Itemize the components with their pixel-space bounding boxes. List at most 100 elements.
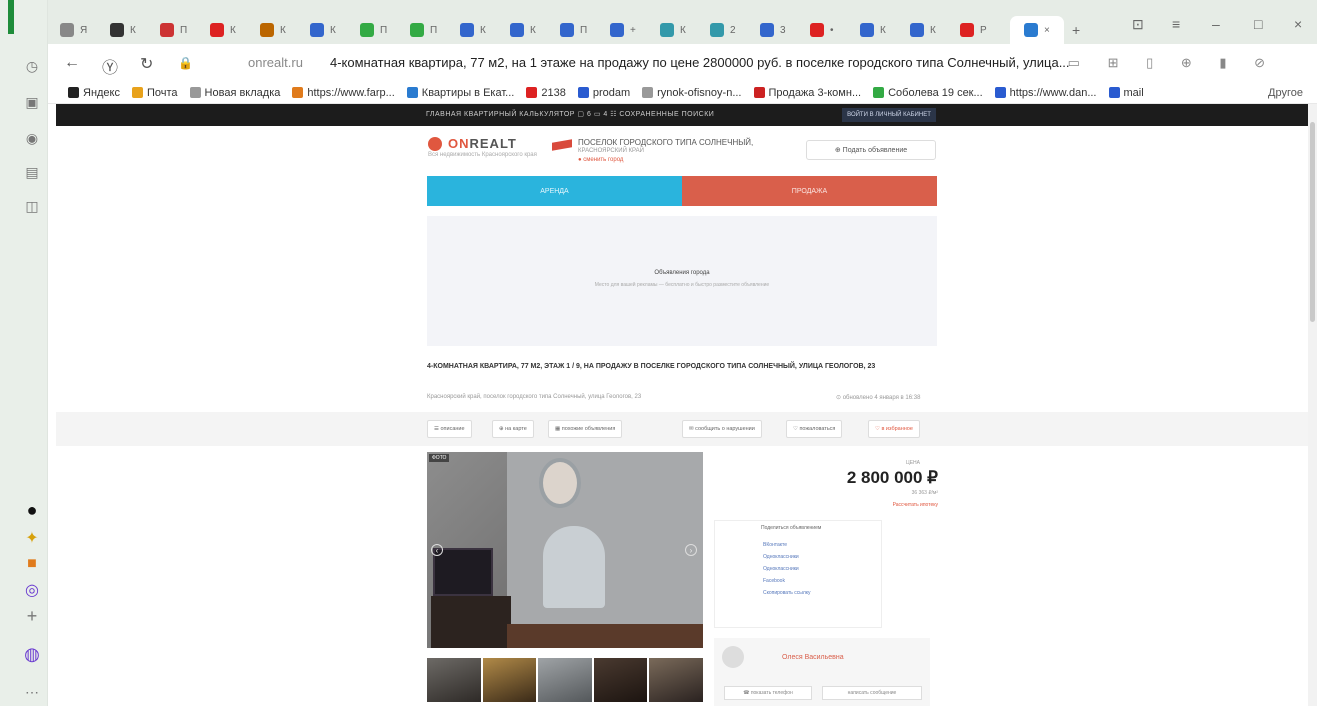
close-window-icon[interactable]: × [1294, 16, 1302, 32]
maximize-icon[interactable]: □ [1254, 16, 1262, 32]
browser-tab[interactable]: • [810, 20, 834, 40]
bookmark-item[interactable]: Почта [132, 87, 178, 99]
write-message-button[interactable]: написать сообщение [822, 686, 922, 700]
share-item[interactable]: Скопировать ссылку [763, 587, 811, 599]
thumbnail[interactable] [482, 658, 537, 702]
next-photo-icon[interactable]: › [685, 544, 697, 556]
tab-label: К [480, 24, 486, 36]
screenshot-icon[interactable]: ◫ [22, 196, 42, 216]
new-tab-icon[interactable]: + [1072, 20, 1080, 40]
on-map-button[interactable]: ⊕ на карте [492, 420, 534, 438]
site-top-links[interactable]: ГЛАВНАЯ КВАРТИРНЫЙ КАЛЬКУЛЯТОР ▢ 6 ▭ 4 ☷… [426, 110, 714, 118]
tab-sale[interactable]: ПРОДАЖА [682, 176, 937, 206]
listing-photo[interactable]: ФОТО ‹ › [427, 452, 703, 648]
submit-ad-button[interactable]: ⊕ Подать объявление [806, 140, 936, 160]
url-page-title[interactable]: 4-комнатная квартира, 77 м2, на 1 этаже … [330, 55, 1138, 70]
collections-icon[interactable]: ⊡ [1132, 16, 1144, 33]
agent-name[interactable]: Олеся Васильевна [782, 654, 844, 661]
share-item[interactable]: Одноклассники [763, 563, 811, 575]
notes-icon[interactable]: ▣ [22, 92, 42, 112]
bookmark-item[interactable]: prodam [577, 87, 630, 99]
thumbnail[interactable] [538, 658, 592, 702]
ad-banner[interactable]: Объявления города Место для вашей реклам… [427, 216, 937, 346]
similar-ads-button[interactable]: ▦ похожие объявления [548, 420, 623, 438]
browser-tab[interactable]: Я [60, 20, 87, 40]
address-bar: ← Ⓨ ↻ 🔒 onrealt.ru 4-комнатная квартира,… [48, 44, 1317, 82]
share-item[interactable]: Одноклассники [763, 551, 811, 563]
report-violation-button[interactable]: ✉ сообщить о нарушении [682, 420, 762, 438]
browser-tab[interactable]: 3 [760, 20, 786, 40]
media-icon[interactable]: ◉ [22, 128, 42, 148]
login-button[interactable]: ВОЙТИ В ЛИЧНЫЙ КАБИНЕТ [842, 108, 936, 122]
scrollbar-thumb[interactable] [1310, 122, 1315, 322]
browser-tab[interactable]: К [210, 20, 236, 40]
minimize-icon[interactable]: – [1212, 16, 1220, 32]
tab-rent[interactable]: АРЕНДА [427, 176, 682, 206]
scanner-icon[interactable]: ▤ [22, 162, 42, 182]
bookmark-item[interactable]: https://www.farp... [292, 87, 395, 99]
browser-tab[interactable]: К [310, 20, 336, 40]
refresh-icon[interactable]: ↻ [140, 54, 153, 74]
site-logo[interactable]: ONREALT [428, 136, 517, 151]
back-icon[interactable]: ← [64, 54, 80, 72]
page-scrollbar[interactable] [1308, 104, 1317, 706]
bookmark-item[interactable]: Продажа 3-комн... [753, 87, 861, 99]
bookmark-item[interactable]: rynok-ofisnoy-n... [642, 87, 742, 99]
photo-thumbnails [427, 658, 703, 702]
thumbnail[interactable] [593, 658, 648, 702]
tab-favicon-icon [360, 23, 374, 37]
browser-tab[interactable]: К [860, 20, 886, 40]
bookmark-item[interactable]: 2138 [526, 87, 566, 99]
mortgage-link[interactable]: Рассчитать ипотеку [828, 502, 938, 508]
bookmark-item[interactable]: https://www.dan... [994, 87, 1097, 99]
browser-tab[interactable]: К [110, 20, 136, 40]
thumbnail[interactable] [427, 658, 481, 702]
change-city-link[interactable]: ● сменить город [578, 156, 753, 165]
browser-tab[interactable]: К [260, 20, 286, 40]
browser-tab[interactable]: П [560, 20, 587, 40]
url-domain[interactable]: onrealt.ru [248, 55, 303, 70]
alice-assistant-icon[interactable]: ◍ [22, 644, 42, 664]
share-item[interactable]: ВКонтакте [763, 539, 811, 551]
browser-tab[interactable]: К [910, 20, 936, 40]
bookmark-item[interactable]: mail [1108, 87, 1144, 99]
more-icon[interactable]: ⋯ [22, 682, 42, 702]
browser-tab[interactable]: К [460, 20, 486, 40]
bookmark-item[interactable]: Квартиры в Екат... [406, 87, 514, 99]
share-item[interactable]: Facebook [763, 575, 811, 587]
alice-icon[interactable]: ◎ [22, 580, 42, 600]
tab-favicon-icon [560, 23, 574, 37]
bookmarks-other[interactable]: Другое [1268, 87, 1303, 99]
browser-tab[interactable]: 2 [710, 20, 736, 40]
app-1-icon[interactable]: ● [22, 500, 42, 520]
browser-tab[interactable]: П [360, 20, 387, 40]
history-icon[interactable]: ◷ [22, 56, 42, 76]
yandex-icon[interactable]: Ⓨ [102, 54, 118, 78]
bookmark-icon [406, 87, 418, 98]
browser-tab[interactable]: П [160, 20, 187, 40]
address-actions-icon[interactable]: ▭ ⊞ ▯ ⊕ ▮ ⊘ [1068, 55, 1277, 71]
bookmark-item[interactable]: Новая вкладка [189, 86, 281, 99]
prev-photo-icon[interactable]: ‹ [431, 544, 443, 556]
thumbnail[interactable] [649, 658, 703, 702]
browser-tab[interactable]: К [510, 20, 536, 40]
browser-tab[interactable]: П [410, 20, 437, 40]
bookmark-item[interactable]: Соболева 19 сек... [873, 87, 983, 99]
browser-tab[interactable]: К [660, 20, 686, 40]
show-phone-button[interactable]: ☎ показать телефон [724, 686, 812, 700]
bookmark-label: Новая вкладка [204, 86, 281, 99]
browser-tab[interactable]: Р [960, 20, 987, 40]
browser-tab[interactable]: + [610, 20, 636, 40]
menu-icon[interactable]: ≡ [1172, 16, 1180, 32]
app-3-icon[interactable]: ■ [22, 554, 42, 574]
add-icon[interactable]: + [22, 606, 42, 626]
description-button[interactable]: ☰ описание [427, 420, 472, 438]
complain-button[interactable]: ♡ пожаловаться [786, 420, 843, 438]
photo-tv [433, 548, 493, 596]
bookmark-item[interactable]: Яндекс [68, 87, 120, 99]
favorite-button[interactable]: ♡ в избранное [868, 420, 920, 438]
listing-address[interactable]: Красноярский край, поселок городского ти… [427, 394, 641, 400]
app-2-icon[interactable]: ✦ [22, 528, 42, 548]
tab-label: П [380, 24, 388, 36]
tab-active[interactable]: × [1010, 16, 1064, 44]
